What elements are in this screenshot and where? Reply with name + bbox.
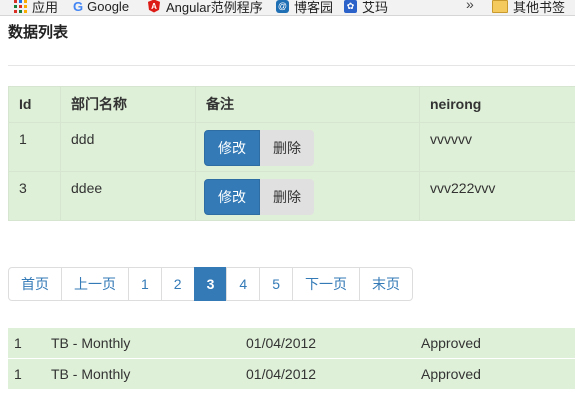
cell-id: 1 (8, 122, 61, 172)
first-page-link[interactable]: 首页 (8, 267, 62, 301)
prev-page-link[interactable]: 上一页 (61, 267, 129, 301)
cnblogs-icon: @ (276, 0, 289, 13)
divider (8, 65, 575, 66)
paw-icon: ✿ (344, 0, 357, 13)
delete-button[interactable]: 删除 (260, 179, 314, 215)
item-type: TB - Monthly (51, 366, 131, 382)
bookmarks-overflow-button[interactable]: » (466, 0, 474, 12)
cell-content: vvv222vvv (419, 171, 575, 221)
table-row: 1 ddd 修改 删除 vvvvvv (8, 122, 575, 172)
bookmark-aima[interactable]: ✿ 艾玛 (344, 0, 388, 15)
column-header-content: neirong (419, 86, 575, 123)
cell-actions: 修改 删除 (195, 122, 420, 172)
bookmark-angular-label: Angular范例程序 (166, 0, 263, 15)
cell-actions: 修改 删除 (195, 171, 420, 221)
cell-id: 3 (8, 171, 61, 221)
list-item: 1 TB - Monthly 01/04/2012 Approved (8, 327, 575, 358)
item-id: 1 (14, 335, 22, 351)
bookmarks-bar: 应用 G Google A Angular范例程序 @ 博客园 ✿ 艾玛 » 其… (0, 0, 575, 16)
item-date: 01/04/2012 (246, 335, 317, 351)
item-status: Approved (421, 335, 481, 351)
data-table: Id 部门名称 备注 neirong 1 ddd 修改 删除 vvvvvv 3 d… (8, 86, 575, 221)
last-page-link[interactable]: 末页 (358, 267, 413, 301)
bookmark-google-label: Google (87, 0, 130, 14)
page-link-current[interactable]: 3 (193, 267, 228, 301)
edit-button[interactable]: 修改 (204, 179, 260, 215)
column-header-name: 部门名称 (60, 86, 196, 123)
angular-icon: A (148, 0, 160, 13)
bookmark-cnblogs-label: 博客园 (294, 0, 334, 15)
bookmark-apps-label: 应用 (32, 0, 59, 15)
table-row: 3 ddee 修改 删除 vvv222vvv (8, 171, 575, 221)
page-link-2[interactable]: 2 (160, 267, 195, 301)
page-link-1[interactable]: 1 (128, 267, 162, 301)
delete-button[interactable]: 删除 (260, 130, 314, 166)
page-link-4[interactable]: 4 (226, 267, 261, 301)
bookmark-cnblogs[interactable]: @ 博客园 (276, 0, 333, 15)
cell-name: ddd (60, 122, 196, 172)
list-item: 1 TB - Monthly 01/04/2012 Approved (8, 358, 575, 389)
cell-name: ddee (60, 171, 196, 221)
bookmark-angular[interactable]: A Angular范例程序 (148, 0, 263, 15)
next-page-link[interactable]: 下一页 (291, 267, 360, 301)
item-status: Approved (421, 366, 481, 382)
item-type: TB - Monthly (51, 335, 131, 351)
column-header-id: Id (8, 86, 61, 123)
pagination: 首页 上一页 1 2 3 4 5 下一页 末页 (8, 267, 413, 301)
cell-content: vvvvvv (419, 122, 575, 172)
status-list: 1 TB - Monthly 01/04/2012 Approved 1 TB … (8, 327, 575, 389)
bookmark-aima-label: 艾玛 (362, 0, 389, 15)
edit-button[interactable]: 修改 (204, 130, 260, 166)
column-header-remark: 备注 (195, 86, 420, 123)
item-date: 01/04/2012 (246, 366, 317, 382)
apps-grid-icon (14, 0, 27, 13)
folder-icon (492, 0, 508, 13)
page-title: 数据列表 (8, 24, 69, 41)
table-header-row: Id 部门名称 备注 neirong (8, 86, 575, 123)
bookmark-other-label: 其他书签 (513, 0, 566, 15)
google-icon: G (73, 0, 84, 14)
page-link-5[interactable]: 5 (259, 267, 293, 301)
item-id: 1 (14, 366, 22, 382)
bookmark-other-folder[interactable]: 其他书签 (492, 0, 565, 15)
bookmark-apps[interactable]: 应用 (14, 0, 58, 15)
bookmark-google[interactable]: G Google (73, 0, 129, 15)
